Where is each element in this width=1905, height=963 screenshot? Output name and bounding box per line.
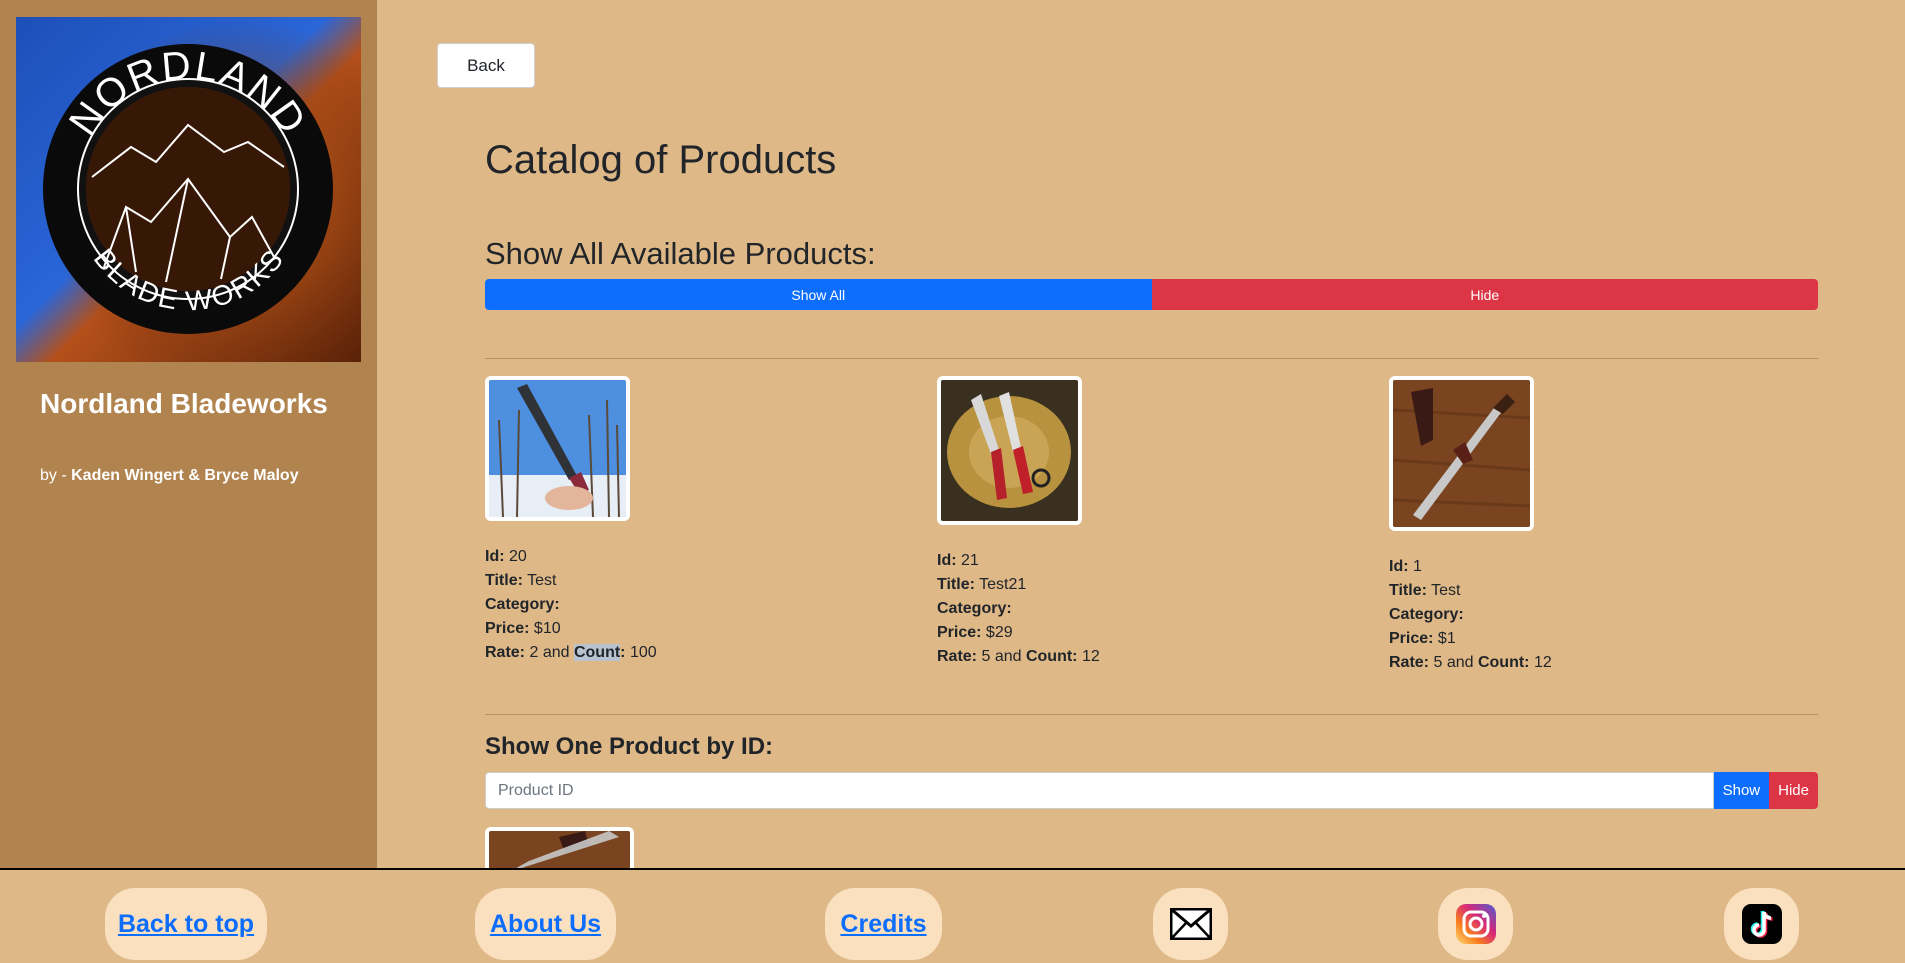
show-all-button[interactable]: Show All <box>485 279 1152 310</box>
category-label: Category: <box>937 600 1012 617</box>
rate-label: Rate: <box>937 648 978 665</box>
product-info: Id: 1 Title: Test Category: Price: $1 Ra… <box>1389 555 1809 675</box>
count-label: Count <box>573 644 621 661</box>
id-label: Id: <box>1389 558 1409 575</box>
and-text: and <box>990 648 1026 665</box>
main-content: Back Catalog of Products Show All Availa… <box>377 0 1905 868</box>
count-colon: : <box>620 644 626 661</box>
product-id: 20 <box>509 548 527 565</box>
and-text: and <box>1442 654 1478 671</box>
authors: Kaden Wingert & Bryce Maloy <box>71 467 299 484</box>
divider <box>485 714 1818 715</box>
count-label: Count <box>1477 654 1525 671</box>
title-label: Title: <box>485 572 523 589</box>
product-title: Test21 <box>979 576 1027 593</box>
instagram-button[interactable] <box>1438 888 1513 960</box>
about-us-link[interactable]: About Us <box>490 910 601 939</box>
product-count: 100 <box>629 644 657 661</box>
mail-icon <box>1169 908 1212 940</box>
title-label: Title: <box>937 576 975 593</box>
credits-link[interactable]: Credits <box>840 910 926 939</box>
mail-button[interactable] <box>1153 888 1228 960</box>
price-label: Price: <box>1389 630 1434 647</box>
and-text: and <box>538 644 574 661</box>
hide-product-button[interactable]: Hide <box>1769 772 1818 809</box>
show-product-button[interactable]: Show <box>1713 772 1770 809</box>
product-title: Test <box>527 572 557 589</box>
id-label: Id: <box>485 548 505 565</box>
price-label: Price: <box>485 620 530 637</box>
show-one-heading: Show One Product by ID: <box>485 733 774 760</box>
product-image[interactable] <box>937 376 1082 525</box>
footer: Back to top About Us Credits <box>0 868 1905 963</box>
rate-label: Rate: <box>485 644 526 661</box>
byline-prefix: by - <box>40 467 72 484</box>
about-us-pill: About Us <box>475 888 616 960</box>
price-label: Price: <box>937 624 982 641</box>
page-title: Catalog of Products <box>485 138 837 182</box>
count-colon: : <box>1072 648 1078 665</box>
product-card: Id: 21 Title: Test21 Category: Price: $2… <box>937 376 1357 669</box>
instagram-icon <box>1455 904 1496 944</box>
product-info: Id: 21 Title: Test21 Category: Price: $2… <box>937 549 1357 669</box>
show-all-heading: Show All Available Products: <box>485 236 876 271</box>
product-card: Id: 20 Title: Test Category: Price: $10 … <box>485 376 905 665</box>
product-image[interactable] <box>485 376 630 521</box>
tiktok-button[interactable] <box>1724 888 1799 960</box>
brand-logo: NORDLAND BLADE WORKS <box>16 17 361 362</box>
count-colon: : <box>1524 654 1530 671</box>
product-id-search: Show Hide <box>485 772 1818 809</box>
hide-all-button[interactable]: Hide <box>1151 279 1818 310</box>
product-title: Test <box>1431 582 1461 599</box>
product-id-input[interactable] <box>485 772 1714 809</box>
sidebar: NORDLAND BLADE WORKS Nordland Bladeworks… <box>0 0 377 868</box>
back-button[interactable]: Back <box>437 43 535 88</box>
product-card: Id: 1 Title: Test Category: Price: $1 Ra… <box>1389 376 1809 675</box>
product-price: $10 <box>533 620 561 637</box>
product-count: 12 <box>1081 648 1100 665</box>
divider <box>485 358 1818 359</box>
byline: by - Kaden Wingert & Bryce Maloy <box>40 467 299 485</box>
product-info: Id: 20 Title: Test Category: Price: $10 … <box>485 545 905 665</box>
product-count: 12 <box>1533 654 1552 671</box>
product-image[interactable] <box>1389 376 1534 531</box>
back-to-top-link[interactable]: Back to top <box>118 910 254 939</box>
single-product-image[interactable] <box>485 827 634 868</box>
credits-pill: Credits <box>825 888 942 960</box>
count-label: Count <box>1025 648 1073 665</box>
product-price: $29 <box>985 624 1013 641</box>
category-label: Category: <box>485 596 560 613</box>
title-label: Title: <box>1389 582 1427 599</box>
product-id: 21 <box>961 552 979 569</box>
show-all-button-bar: Show All Hide <box>485 279 1818 310</box>
product-price: $1 <box>1437 630 1456 647</box>
back-to-top-pill: Back to top <box>105 888 267 960</box>
rate-label: Rate: <box>1389 654 1430 671</box>
id-label: Id: <box>937 552 957 569</box>
category-label: Category: <box>1389 606 1464 623</box>
brand-name: Nordland Bladeworks <box>40 388 328 419</box>
product-id: 1 <box>1413 558 1422 575</box>
tiktok-icon <box>1741 904 1782 944</box>
